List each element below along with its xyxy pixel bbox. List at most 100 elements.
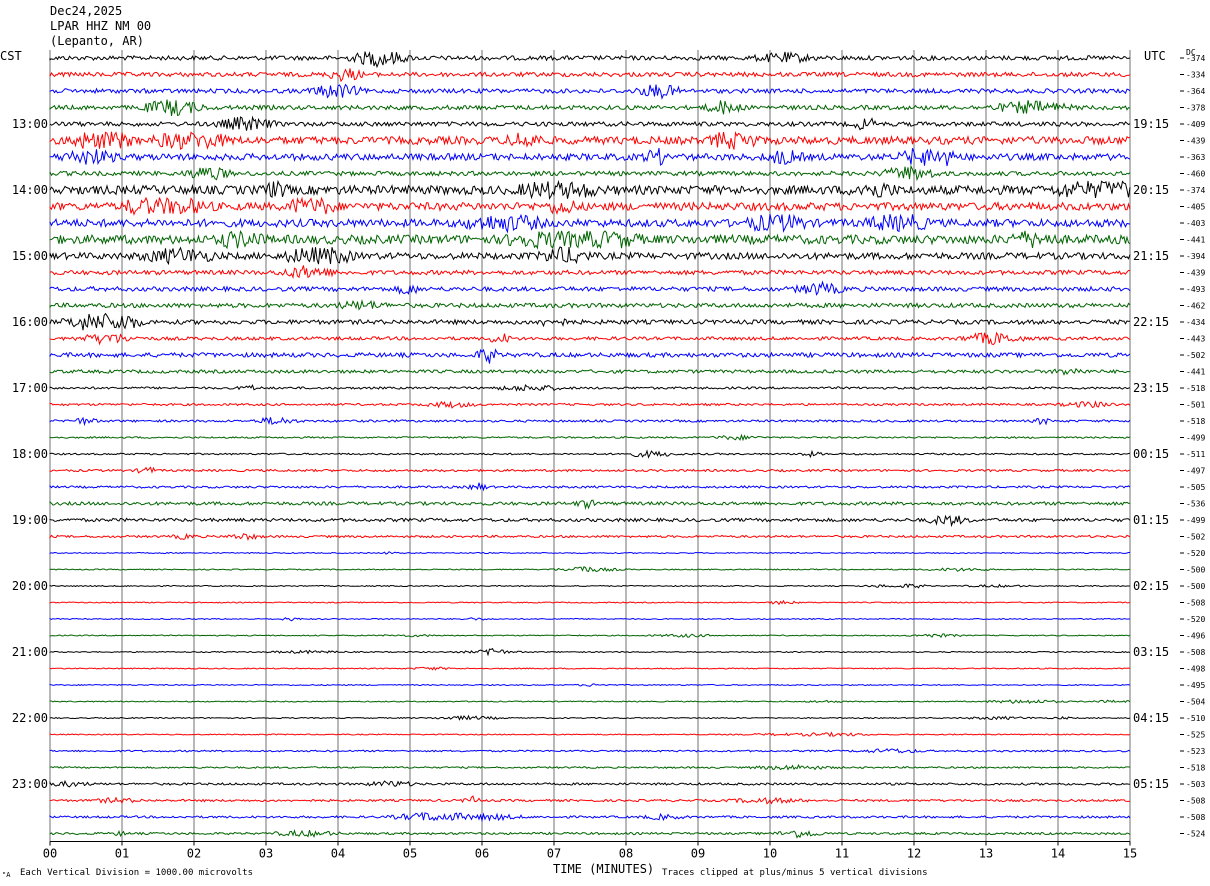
seismic-trace xyxy=(49,583,1130,589)
x-tick-label: 00 xyxy=(43,847,57,861)
dc-offset-label: -499 xyxy=(1186,434,1205,443)
x-tick-label: 13 xyxy=(979,847,993,861)
dc-offset-label: -364 xyxy=(1186,87,1205,96)
left-hour-label: 17:00 xyxy=(12,381,48,395)
dc-offset-label: -334 xyxy=(1186,71,1205,80)
dc-offset-label: -499 xyxy=(1186,516,1205,525)
seismic-trace xyxy=(49,213,1131,234)
seismic-trace xyxy=(49,131,1131,150)
seismic-trace xyxy=(49,532,1131,542)
dc-offset-label: -508 xyxy=(1186,648,1205,657)
dc-offset-column: -374 -334 -364 -378 -409 -439 -363 -460 -374 -405… xyxy=(1180,54,1205,839)
right-hour-label: 04:15 xyxy=(1133,711,1169,725)
scale-note: Each Vertical Division = 1000.00 microvo… xyxy=(20,868,253,878)
left-hour-label: 16:00 xyxy=(12,315,48,329)
seismic-trace xyxy=(49,551,1130,555)
left-hour-label: 18:00 xyxy=(12,447,48,461)
dc-offset-label: -498 xyxy=(1186,665,1205,674)
dc-offset-label: -441 xyxy=(1186,236,1205,245)
dc-offset-label: -462 xyxy=(1186,302,1205,311)
seismic-trace xyxy=(49,633,1131,639)
x-tick-label: 04 xyxy=(331,847,345,861)
left-hour-label: 22:00 xyxy=(12,711,48,725)
seismic-trace xyxy=(49,449,1131,459)
dc-offset-label: -439 xyxy=(1186,269,1205,278)
left-hour-label: 13:00 xyxy=(12,117,48,131)
right-hour-label: 03:15 xyxy=(1133,645,1169,659)
dc-offset-label: -504 xyxy=(1186,698,1205,707)
seismic-trace xyxy=(49,779,1131,788)
seismic-trace xyxy=(49,565,1130,573)
seismic-trace xyxy=(49,164,1131,182)
seismic-trace xyxy=(49,433,1131,442)
dc-offset-label: -511 xyxy=(1186,450,1205,459)
dc-offset-label: -503 xyxy=(1186,780,1205,789)
right-hour-label: 21:15 xyxy=(1133,249,1169,263)
dc-offset-label: -493 xyxy=(1186,285,1205,294)
x-tick-label: 09 xyxy=(691,847,705,861)
x-tick-label: 10 xyxy=(763,847,777,861)
seismic-trace xyxy=(49,763,1131,771)
dc-offset-label: -502 xyxy=(1186,533,1205,542)
seismic-trace xyxy=(49,299,1131,311)
seismic-trace xyxy=(49,179,1131,200)
seismic-trace xyxy=(49,599,1131,606)
right-hour-label: 02:15 xyxy=(1133,579,1169,593)
dc-offset-label: -508 xyxy=(1186,599,1205,608)
dc-offset-label: -374 xyxy=(1186,186,1205,195)
dc-offset-label: -434 xyxy=(1186,318,1205,327)
seismic-trace xyxy=(49,367,1130,376)
seismic-trace xyxy=(49,514,1131,528)
right-hour-label: 01:15 xyxy=(1133,513,1169,527)
dc-offset-label: -497 xyxy=(1186,467,1205,476)
seismic-trace xyxy=(49,647,1131,657)
trace-group xyxy=(49,51,1131,839)
seismic-trace xyxy=(49,683,1131,687)
seismic-trace xyxy=(49,246,1131,266)
dc-offset-label: -443 xyxy=(1186,335,1205,344)
x-axis-ticks: 00 01 02 03 04 05 06 07 08 09 10 11 12 13 14 15 xyxy=(43,841,1137,861)
x-tick-label: 15 xyxy=(1123,847,1137,861)
corner-mark: "A xyxy=(2,871,11,879)
dc-offset-label: -403 xyxy=(1186,219,1205,228)
dc-offset-label: -374 xyxy=(1186,54,1205,63)
dc-offset-label: -536 xyxy=(1186,500,1205,509)
seismic-trace xyxy=(49,83,1131,100)
dc-offset-label: -496 xyxy=(1186,632,1205,641)
seismic-trace xyxy=(49,714,1131,721)
x-axis-title: TIME (MINUTES) xyxy=(553,862,655,876)
dc-offset-label: -518 xyxy=(1186,764,1205,773)
seismic-trace xyxy=(49,51,1131,69)
seismic-trace xyxy=(49,265,1131,279)
dc-offset-label: -505 xyxy=(1186,483,1205,492)
dc-offset-label: -524 xyxy=(1186,830,1205,839)
dc-offset-label: -460 xyxy=(1186,170,1205,179)
dc-offset-label: -520 xyxy=(1186,549,1205,558)
seismic-trace xyxy=(49,400,1131,409)
dc-offset-label: -441 xyxy=(1186,368,1205,377)
left-hour-label: 23:00 xyxy=(12,777,48,791)
x-tick-label: 08 xyxy=(619,847,633,861)
seismic-trace xyxy=(49,482,1131,492)
seismic-trace xyxy=(49,312,1131,331)
seismic-trace xyxy=(49,383,1131,392)
seismic-trace xyxy=(49,829,1131,839)
seismic-trace xyxy=(49,99,1131,117)
left-hour-label: 21:00 xyxy=(12,645,48,659)
right-hour-label: 19:15 xyxy=(1133,117,1169,131)
seismogram-plot: 00 01 02 03 04 05 06 07 08 09 10 11 12 13 14 15 13:00 19… xyxy=(12,50,1205,861)
x-tick-label: 06 xyxy=(475,847,489,861)
seismic-trace xyxy=(49,331,1131,346)
right-hour-label: 23:15 xyxy=(1133,381,1169,395)
seismic-trace xyxy=(49,731,1131,738)
dc-offset-label: -439 xyxy=(1186,137,1205,146)
time-grid xyxy=(49,50,1131,842)
dc-offset-label: -500 xyxy=(1186,582,1205,591)
dc-offset-label: -409 xyxy=(1186,120,1205,129)
x-tick-label: 02 xyxy=(187,847,201,861)
x-tick-label: 07 xyxy=(547,847,561,861)
right-hour-label: 20:15 xyxy=(1133,183,1169,197)
seismic-trace xyxy=(49,196,1131,216)
dc-offset-label: -508 xyxy=(1186,797,1205,806)
left-hour-label: 15:00 xyxy=(12,249,48,263)
